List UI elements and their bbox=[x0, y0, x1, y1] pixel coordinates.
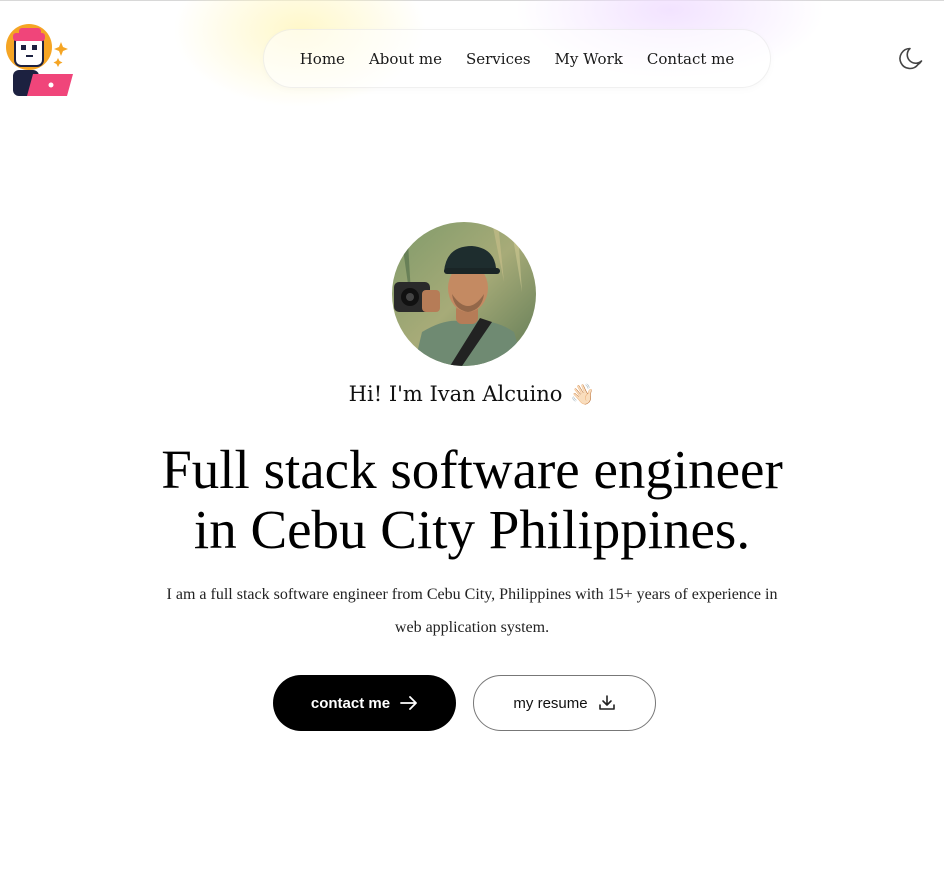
nav-contact-me[interactable]: Contact me bbox=[647, 50, 734, 68]
nav-home[interactable]: Home bbox=[300, 50, 345, 68]
nav-about-me[interactable]: About me bbox=[369, 50, 442, 68]
intro-line-1: I am a full stack software engineer from… bbox=[166, 586, 778, 603]
developer-avatar-logo-icon[interactable] bbox=[5, 22, 77, 100]
my-resume-label: my resume bbox=[513, 694, 588, 712]
contact-me-button[interactable]: contact me bbox=[273, 675, 456, 731]
top-divider bbox=[0, 0, 944, 1]
my-resume-button[interactable]: my resume bbox=[473, 675, 656, 731]
nav-services[interactable]: Services bbox=[466, 50, 531, 68]
greeting: Hi! I'm Ivan Alcuino 👋🏻 bbox=[0, 382, 944, 406]
intro-line-2: web application system. bbox=[394, 619, 550, 636]
waving-hand-icon: 👋🏻 bbox=[570, 382, 596, 406]
download-icon bbox=[598, 694, 616, 712]
hero-headline: Full stack software engineer in Cebu Cit… bbox=[40, 440, 904, 560]
nav-my-work[interactable]: My Work bbox=[555, 50, 623, 68]
headline-line-1: Full stack software engineer bbox=[161, 439, 783, 500]
main-navigation: Home About me Services My Work Contact m… bbox=[264, 30, 770, 87]
greeting-text: Hi! I'm Ivan Alcuino bbox=[348, 382, 563, 406]
headline-line-2: in Cebu City Philippines. bbox=[193, 499, 751, 560]
arrow-right-icon bbox=[400, 696, 418, 710]
contact-me-label: contact me bbox=[310, 694, 391, 712]
hero-intro: I am a full stack software engineer from… bbox=[120, 578, 824, 644]
profile-photo bbox=[392, 222, 536, 366]
moon-icon[interactable] bbox=[898, 44, 926, 72]
